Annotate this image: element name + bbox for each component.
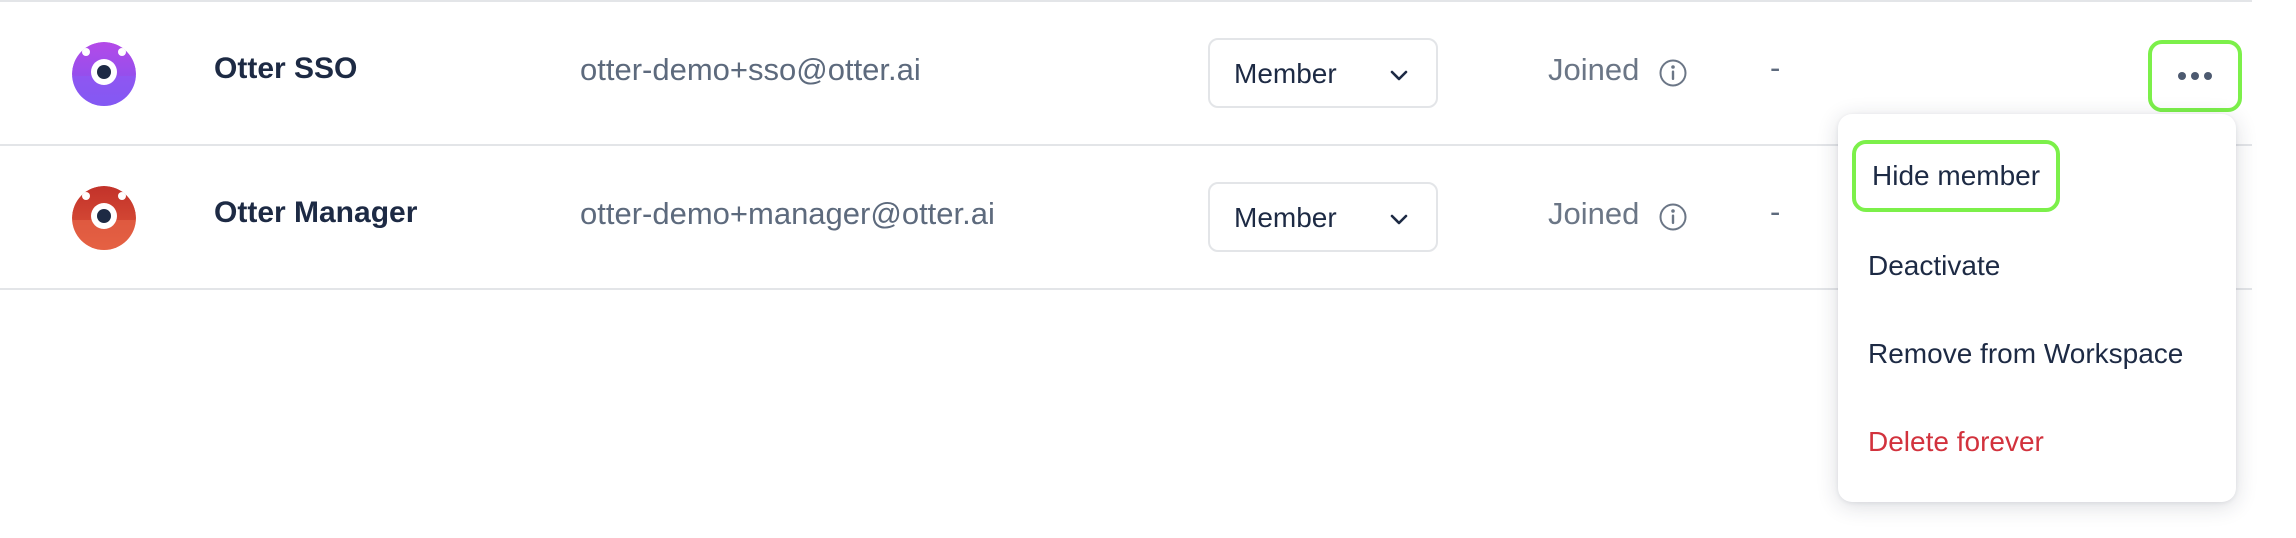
avatar [72,186,136,250]
member-actions-menu: Hide member Deactivate Remove from Works… [1838,114,2236,502]
role-select-value: Member [1234,58,1337,89]
chevron-down-icon [1390,214,1408,225]
more-options-button[interactable] [2148,40,2242,112]
delete-forever-menu-item[interactable]: Delete forever [1868,426,2044,458]
hide-member-menu-item[interactable]: Hide member [1852,140,2061,212]
member-email: otter-demo+sso@otter.ai [580,52,921,87]
workspace-members-page: Otter SSO otter-demo+sso@otter.ai Member… [0,0,2296,538]
info-icon[interactable] [1658,58,1688,88]
more-horizontal-icon [2178,72,2212,80]
deactivate-menu-item[interactable]: Deactivate [1868,250,2000,282]
member-status: Joined [1548,196,1640,231]
member-extra: - [1770,194,1781,229]
member-name: Otter SSO [214,52,358,85]
member-extra: - [1770,50,1781,85]
info-icon[interactable] [1658,202,1688,232]
member-email: otter-demo+manager@otter.ai [580,196,995,231]
role-select-value: Member [1234,202,1337,233]
role-select[interactable]: Member [1208,38,1438,108]
avatar [72,42,136,106]
chevron-down-icon [1390,70,1408,81]
role-select[interactable]: Member [1208,182,1438,252]
member-name: Otter Manager [214,196,418,229]
remove-from-workspace-menu-item[interactable]: Remove from Workspace [1868,338,2183,370]
member-status: Joined [1548,52,1640,87]
otter-avatar-icon [72,186,136,250]
otter-avatar-icon [72,42,136,106]
